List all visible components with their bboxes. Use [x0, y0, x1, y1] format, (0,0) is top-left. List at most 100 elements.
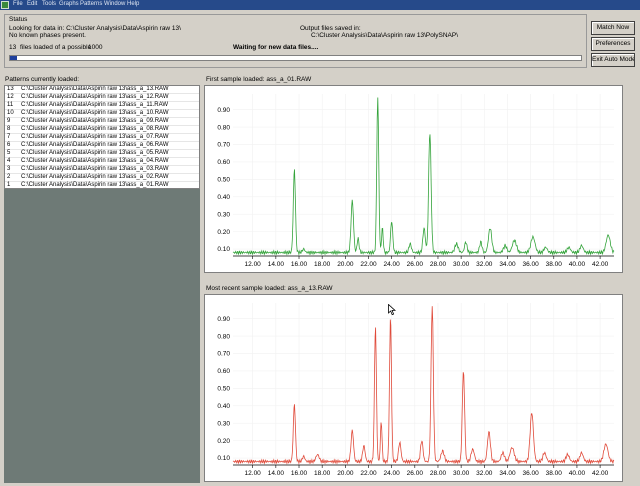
pattern-path: C:\Cluster Analysis\Data\Aspirin raw 13\…	[21, 142, 169, 148]
y-tick-label: 0.20	[217, 438, 230, 445]
x-tick-label: 26.00	[407, 470, 424, 477]
menu-file[interactable]: File	[13, 1, 23, 7]
y-tick-label: 0.70	[217, 351, 230, 358]
y-tick-label: 0.10	[217, 246, 230, 253]
pattern-row[interactable]: 8 C:\Cluster Analysis\Data\Aspirin raw 13…	[5, 126, 199, 134]
x-tick-label: 32.00	[476, 261, 493, 268]
pattern-row[interactable]: 1 C:\Cluster Analysis\Data\Aspirin raw 13…	[5, 182, 199, 188]
x-tick-label: 16.00	[291, 261, 308, 268]
menu-patterns[interactable]: Patterns	[80, 1, 102, 7]
recent-sample-chart: 0.10 0.20 0.30 0.40 0.50 0.60 0.70 0.80 0.90 12.0…	[204, 294, 623, 482]
pattern-number: 12	[7, 94, 14, 100]
x-tick-label: 20.00	[337, 470, 354, 477]
progress-bar	[9, 55, 582, 61]
pattern-path: C:\Cluster Analysis\Data\Aspirin raw 13\…	[21, 166, 169, 172]
waiting-status: Waiting for new data files....	[233, 44, 319, 51]
x-tick-label: 28.00	[430, 261, 447, 268]
preferences-button[interactable]: Preferences	[591, 37, 635, 51]
pattern-path: C:\Cluster Analysis\Data\Aspirin raw 13\…	[21, 182, 169, 188]
y-tick-label: 0.40	[217, 403, 230, 410]
pattern-number: 4	[7, 158, 11, 164]
y-tick-label: 0.90	[217, 107, 230, 114]
x-tick-label: 38.00	[546, 261, 563, 268]
x-tick-label: 22.00	[360, 261, 377, 268]
x-tick-label: 40.00	[569, 470, 586, 477]
x-tick-label: 40.00	[569, 261, 586, 268]
patterns-list-title: Patterns currently loaded:	[5, 76, 80, 83]
pattern-number: 2	[7, 174, 11, 180]
pattern-path: C:\Cluster Analysis\Data\Aspirin raw 13\…	[21, 150, 169, 156]
menu-help[interactable]: Help	[127, 1, 139, 7]
pattern-row[interactable]: 2 C:\Cluster Analysis\Data\Aspirin raw 13…	[5, 174, 199, 182]
recent-sample-plot: 0.10 0.20 0.30 0.40 0.50 0.60 0.70 0.80 0.90 12.0…	[217, 303, 615, 477]
x-tick-label: 14.00	[268, 261, 285, 268]
menu-window[interactable]: Window	[104, 1, 125, 7]
pattern-number: 10	[7, 110, 14, 116]
y-tick-label: 0.20	[217, 229, 230, 236]
pattern-number: 9	[7, 118, 11, 124]
x-tick-label: 24.00	[384, 261, 401, 268]
x-tick-label: 42.00	[592, 261, 609, 268]
patterns-list[interactable]: 13 C:\Cluster Analysis\Data\Aspirin raw 1…	[4, 85, 200, 189]
pattern-number: 1	[7, 182, 11, 188]
progress-fill	[10, 56, 17, 60]
pattern-path: C:\Cluster Analysis\Data\Aspirin raw 13\…	[21, 86, 169, 92]
x-tick-label: 18.00	[314, 261, 331, 268]
exit-auto-mode-button[interactable]: Exit Auto Mode	[591, 53, 635, 67]
status-title: Status	[9, 16, 28, 23]
pattern-row[interactable]: 4 C:\Cluster Analysis\Data\Aspirin raw 13…	[5, 158, 199, 166]
pattern-row[interactable]: 6 C:\Cluster Analysis\Data\Aspirin raw 13…	[5, 142, 199, 150]
output-files-label: Output files saved in:	[300, 25, 361, 32]
pattern-row[interactable]: 3 C:\Cluster Analysis\Data\Aspirin raw 13…	[5, 166, 199, 174]
pattern-path: C:\Cluster Analysis\Data\Aspirin raw 13\…	[21, 174, 169, 180]
x-tick-label: 12.00	[245, 261, 262, 268]
menu-tools[interactable]: Tools	[42, 1, 56, 7]
pattern-row[interactable]: 13 C:\Cluster Analysis\Data\Aspirin raw 1…	[5, 86, 199, 94]
x-tick-label: 16.00	[291, 470, 308, 477]
app-icon	[1, 1, 9, 9]
y-tick-label: 0.60	[217, 368, 230, 375]
menu-graphs[interactable]: Graphs	[59, 1, 79, 7]
pattern-number: 8	[7, 126, 11, 132]
output-path: C:\Cluster Analysis\Data\Aspirin raw 13\…	[311, 32, 459, 39]
y-tick-label: 0.80	[217, 333, 230, 340]
y-tick-label: 0.50	[217, 177, 230, 184]
match-now-button[interactable]: Match Now	[591, 21, 635, 35]
pattern-row[interactable]: 7 C:\Cluster Analysis\Data\Aspirin raw 13…	[5, 134, 199, 142]
pattern-path: C:\Cluster Analysis\Data\Aspirin raw 13\…	[21, 94, 169, 100]
pattern-path: C:\Cluster Analysis\Data\Aspirin raw 13\…	[21, 118, 169, 124]
x-tick-label: 30.00	[453, 470, 470, 477]
pattern-row[interactable]: 10 C:\Cluster Analysis\Data\Aspirin raw 1…	[5, 110, 199, 118]
pattern-path: C:\Cluster Analysis\Data\Aspirin raw 13\…	[21, 134, 169, 140]
phases-label: No known phases present.	[9, 32, 86, 39]
menu-edit[interactable]: Edit	[27, 1, 37, 7]
y-tick-label: 0.90	[217, 316, 230, 323]
x-tick-label: 30.00	[453, 261, 470, 268]
files-possible-count: 1000	[88, 44, 103, 51]
pattern-path: C:\Cluster Analysis\Data\Aspirin raw 13\…	[21, 158, 169, 164]
pattern-number: 6	[7, 142, 11, 148]
x-tick-label: 18.00	[314, 470, 331, 477]
pattern-row[interactable]: 9 C:\Cluster Analysis\Data\Aspirin raw 13…	[5, 118, 199, 126]
first-sample-title: First sample loaded: ass_a_01.RAW	[206, 76, 312, 83]
x-tick-label: 36.00	[522, 261, 539, 268]
x-tick-label: 32.00	[476, 470, 493, 477]
x-tick-label: 12.00	[245, 470, 262, 477]
pattern-number: 13	[7, 86, 14, 92]
pattern-row[interactable]: 5 C:\Cluster Analysis\Data\Aspirin raw 13…	[5, 150, 199, 158]
x-tick-label: 34.00	[499, 261, 516, 268]
pattern-row[interactable]: 12 C:\Cluster Analysis\Data\Aspirin raw 1…	[5, 94, 199, 102]
y-tick-label: 0.30	[217, 420, 230, 427]
pattern-row[interactable]: 11 C:\Cluster Analysis\Data\Aspirin raw 1…	[5, 102, 199, 110]
pattern-number: 7	[7, 134, 11, 140]
x-tick-label: 20.00	[337, 261, 354, 268]
mouse-cursor-icon	[388, 304, 396, 316]
pattern-number: 5	[7, 150, 11, 156]
x-tick-label: 24.00	[384, 470, 401, 477]
pattern-number: 3	[7, 166, 11, 172]
y-tick-label: 0.30	[217, 211, 230, 218]
files-loaded-label: files loaded of a possible	[20, 44, 92, 51]
pattern-path: C:\Cluster Analysis\Data\Aspirin raw 13\…	[21, 126, 169, 132]
empty-panel-area	[4, 189, 200, 483]
menu-bar: File Edit Tools Graphs Patterns Window H…	[0, 0, 640, 10]
